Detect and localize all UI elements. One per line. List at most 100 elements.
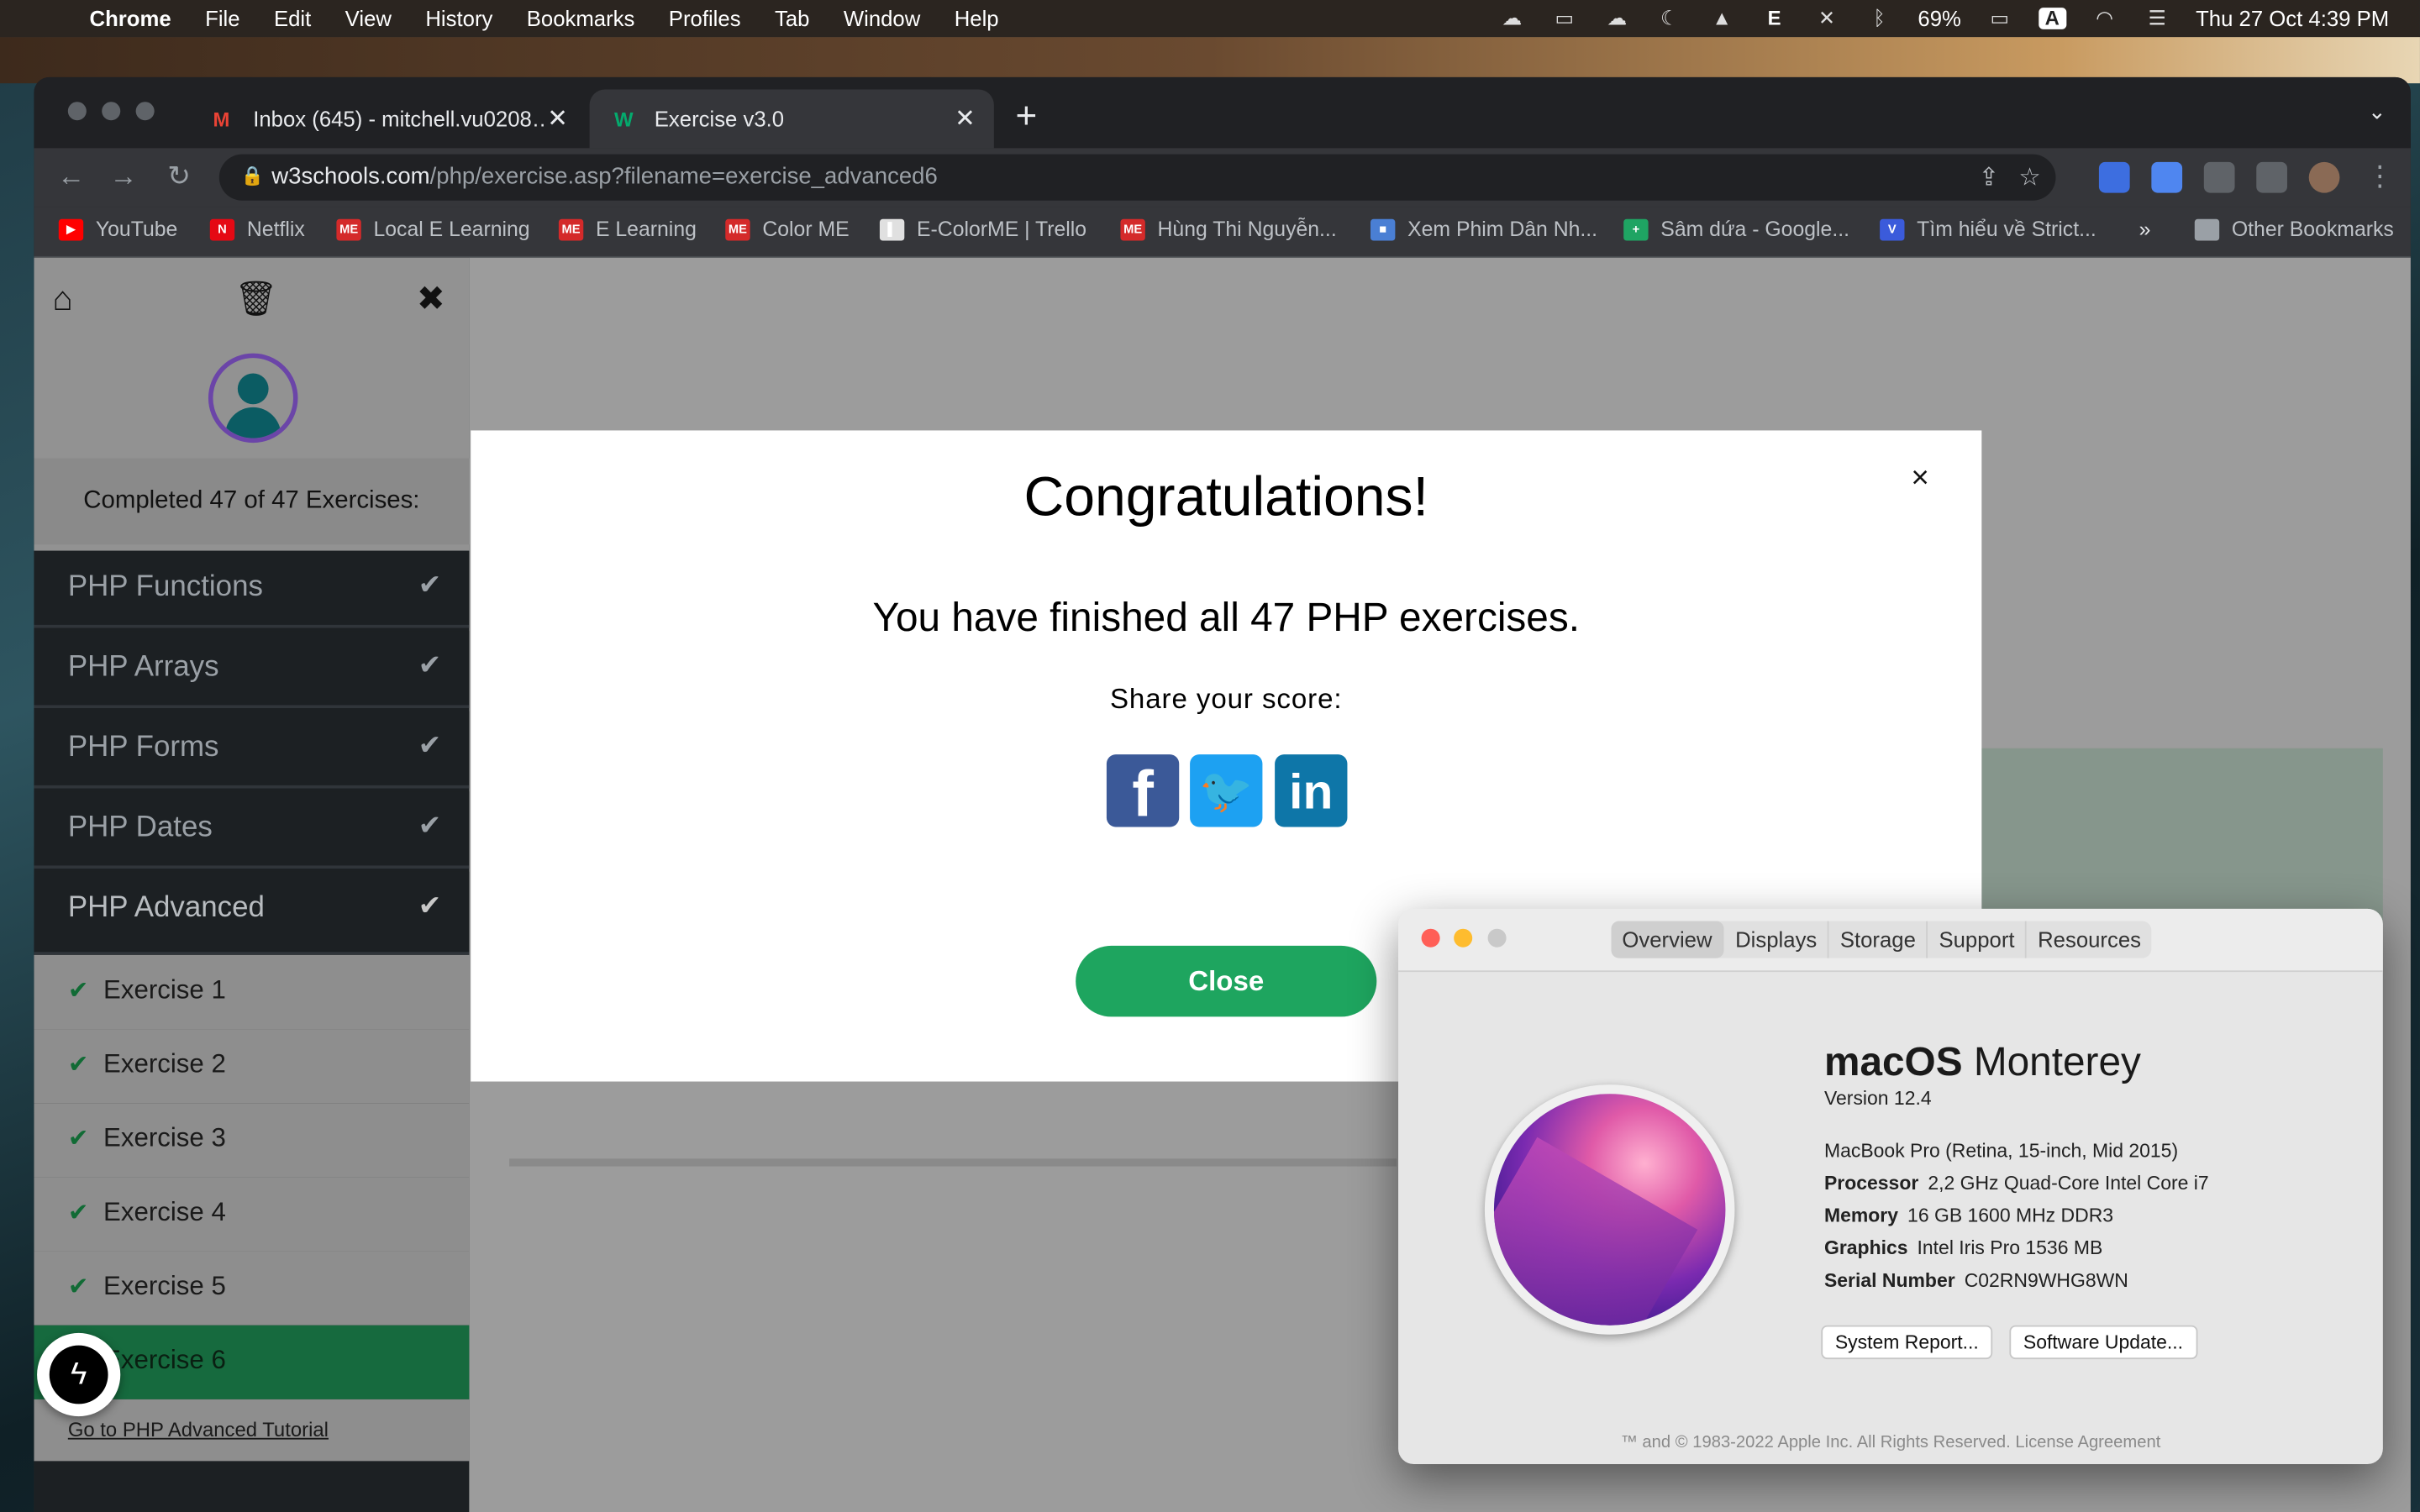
checkmark-icon: ✔ <box>67 978 89 1005</box>
checkmark-icon: ✔ <box>67 1274 89 1301</box>
profile-avatar[interactable] <box>2308 161 2340 193</box>
close-tab-icon[interactable]: ✕ <box>547 103 568 134</box>
battery-icon[interactable]: ▭ <box>1986 7 2013 29</box>
tab-displays[interactable]: Displays <box>1724 921 1829 958</box>
translate-extension-icon[interactable] <box>2151 161 2183 193</box>
close-icon[interactable]: ✖ <box>417 279 445 319</box>
window-zoom-button[interactable] <box>135 102 155 121</box>
category-php-advanced[interactable]: PHP Advanced ✔ <box>34 871 470 955</box>
tab-resources[interactable]: Resources <box>2027 921 2152 958</box>
exercise-item-5[interactable]: ✔ Exercise 5 <box>34 1251 470 1326</box>
bookmark-item[interactable]: ▶ YouTube <box>58 218 177 241</box>
menu-profiles[interactable]: Profiles <box>669 6 741 30</box>
modal-close-button[interactable]: Close <box>1076 945 1377 1017</box>
home-icon[interactable]: ⌂ <box>52 279 72 319</box>
close-tab-icon[interactable]: ✕ <box>955 103 976 134</box>
extensions-puzzle-icon[interactable] <box>2203 161 2235 193</box>
menu-bookmarks[interactable]: Bookmarks <box>527 6 635 30</box>
menu-file[interactable]: File <box>205 6 239 30</box>
reload-icon[interactable]: ↻ <box>160 160 197 193</box>
bookmark-label: Hùng Thi Nguyễn... <box>1157 217 1337 241</box>
category-php-functions[interactable]: PHP Functions ✔ <box>34 550 470 628</box>
forward-icon[interactable]: → <box>105 160 142 193</box>
close-window-button[interactable] <box>1421 928 1440 948</box>
bookmark-favicon-icon: ME <box>336 218 361 240</box>
window-close-button[interactable] <box>67 102 87 121</box>
exercise-item-4[interactable]: ✔ Exercise 4 <box>34 1177 470 1252</box>
spec-graphics: Graphics Intel Iris Pro 1536 MB <box>1824 1237 2102 1259</box>
tab-search-icon[interactable]: ⌄ <box>2368 99 2386 125</box>
bookmarks-overflow-icon[interactable]: » <box>2139 218 2151 241</box>
bookmark-item[interactable]: N Netflix <box>209 218 305 241</box>
new-tab-icon[interactable]: + <box>1016 96 1038 139</box>
tab-overview[interactable]: Overview <box>1611 921 1725 958</box>
category-php-dates[interactable]: PHP Dates ✔ <box>34 791 470 869</box>
tab-gmail[interactable]: M Inbox (645) - mitchell.vu0208… ✕ <box>188 90 587 149</box>
tab-exercise[interactable]: W Exercise v3.0 ✕ <box>589 89 994 149</box>
exercise-item-2[interactable]: ✔ Exercise 2 <box>34 1029 470 1104</box>
back-icon[interactable]: ← <box>52 160 89 193</box>
bookmark-star-icon[interactable]: ☆ <box>2018 162 2040 193</box>
icloud-icon[interactable]: ☁ <box>1603 7 1631 29</box>
tab-support[interactable]: Support <box>1928 921 2028 958</box>
bookmark-item[interactable]: ME E Learning <box>558 218 697 241</box>
exercise-item-1[interactable]: ✔ Exercise 1 <box>34 954 470 1030</box>
category-php-arrays[interactable]: PHP Arrays ✔ <box>34 631 470 709</box>
control-center-icon[interactable]: ☰ <box>2144 7 2171 29</box>
menu-help[interactable]: Help <box>955 6 999 30</box>
cloud-status-icon[interactable]: ☁ <box>1498 7 1526 29</box>
menu-window[interactable]: Window <box>844 6 920 30</box>
spec-label: Memory <box>1823 1205 1899 1227</box>
clock[interactable]: Thu 27 Oct 4:39 PM <box>2196 6 2389 30</box>
tutorial-link[interactable]: Go to PHP Advanced Tutorial <box>68 1418 329 1441</box>
side-panel-icon[interactable] <box>2256 161 2287 193</box>
address-bar[interactable]: 🔒 w3schools.com/php/exercise.asp?filenam… <box>218 154 2056 201</box>
gmail-icon: M <box>213 108 230 132</box>
mute-icon[interactable]: ✕ <box>1813 7 1841 29</box>
tab-storage[interactable]: Storage <box>1829 921 1928 958</box>
software-update-button[interactable]: Software Update... <box>2009 1325 2197 1360</box>
url-host: w3schools.com <box>271 163 430 190</box>
wifi-icon[interactable]: ◠ <box>2091 7 2118 29</box>
bookmark-item[interactable]: ME Local E Learning <box>336 218 530 241</box>
menu-tab[interactable]: Tab <box>775 6 809 30</box>
category-php-forms[interactable]: PHP Forms ✔ <box>34 711 470 789</box>
bookmark-item[interactable]: + Sâm dứa - Google... <box>1623 218 1849 241</box>
messenger-button[interactable]: ϟ <box>37 1332 121 1417</box>
menu-edit[interactable]: Edit <box>274 6 311 30</box>
e-icon[interactable]: E <box>1760 7 1788 29</box>
exercise-label: Exercise 6 <box>103 1345 226 1375</box>
bookmark-item[interactable]: ME Color ME <box>725 218 850 241</box>
trash-icon[interactable]: 🗑 <box>234 279 277 319</box>
linkedin-share-button[interactable]: in <box>1275 754 1348 827</box>
moon-icon[interactable]: ☾ <box>1655 7 1683 29</box>
input-source-icon[interactable]: A <box>2038 7 2066 29</box>
url-text[interactable]: w3schools.com/php/exercise.asp?filename=… <box>271 164 938 190</box>
bookmark-item[interactable]: ■ Xem Phim Dân Nh... <box>1370 218 1597 241</box>
other-bookmarks[interactable]: Other Bookmarks <box>2194 218 2394 241</box>
bluetooth-icon[interactable]: ᛒ <box>1865 7 1893 29</box>
system-report-button[interactable]: System Report... <box>1821 1325 1993 1360</box>
exercise-item-3[interactable]: ✔ Exercise 3 <box>34 1103 470 1178</box>
browser-menu-icon[interactable]: ⋮ <box>2361 160 2398 193</box>
bookmark-item[interactable]: ▌ E-ColorME | Trello <box>879 218 1086 241</box>
bookmark-item[interactable]: V Tìm hiểu về Strict... <box>1880 218 2096 241</box>
display-icon[interactable]: ▭ <box>1550 7 1578 29</box>
minimize-window-button[interactable] <box>1454 928 1473 948</box>
extension-icon[interactable] <box>2098 161 2130 193</box>
share-icon[interactable]: ⇪ <box>1979 162 2000 193</box>
facebook-share-button[interactable]: f <box>1106 754 1180 830</box>
zoom-window-button[interactable] <box>1487 928 1507 948</box>
lock-icon[interactable]: 🔒 <box>241 165 264 187</box>
messenger-icon: ϟ <box>49 1345 108 1404</box>
menu-view[interactable]: View <box>345 6 392 30</box>
avatar[interactable] <box>208 353 298 444</box>
checkmark-icon: ✔ <box>67 1200 89 1227</box>
window-minimize-button[interactable] <box>102 102 121 121</box>
menu-history[interactable]: History <box>425 6 492 30</box>
airplay-icon[interactable]: ▲ <box>1708 7 1736 29</box>
bookmark-item[interactable]: ME Hùng Thi Nguyễn... <box>1120 217 1337 241</box>
spec-value: Intel Iris Pro 1536 MB <box>1917 1237 2103 1259</box>
app-menu[interactable]: Chrome <box>90 6 171 30</box>
twitter-share-button[interactable]: 🐦 <box>1190 754 1263 827</box>
